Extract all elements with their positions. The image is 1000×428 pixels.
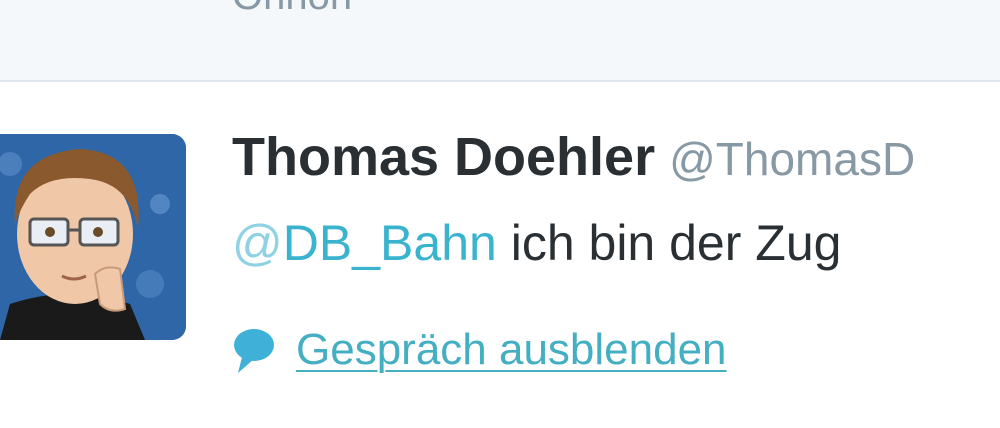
previous-tweet[interactable]: Ohnon [0, 0, 1000, 82]
avatar[interactable] [0, 134, 186, 340]
author-screen-name[interactable]: @ThomasD [669, 133, 915, 185]
tweet-header: Thomas Doehler @ThomasD [232, 130, 915, 184]
previous-tweet-text: Ohnon [232, 0, 352, 19]
author-fullname[interactable]: Thomas Doehler [232, 127, 655, 187]
mention-link[interactable]: @DB_Bahn [232, 215, 497, 271]
mention-handle: DB_Bahn [282, 215, 497, 271]
speech-bubble-icon [234, 329, 274, 373]
mention-at-sign: @ [232, 215, 283, 271]
tweet-text: @DB_Bahn ich bin der Zug [232, 218, 841, 268]
hide-conversation-link[interactable]: Gespräch ausblenden [296, 325, 727, 375]
timeline: Ohnon Thomas Doehler @ [0, 0, 1000, 428]
conversation-toggle[interactable]: Gespräch ausblenden [232, 320, 727, 380]
tweet-body: ich bin der Zug [496, 215, 842, 271]
tweet[interactable]: Thomas Doehler @ThomasD @DB_Bahn ich bin … [0, 82, 1000, 428]
avatar-image [0, 134, 186, 340]
